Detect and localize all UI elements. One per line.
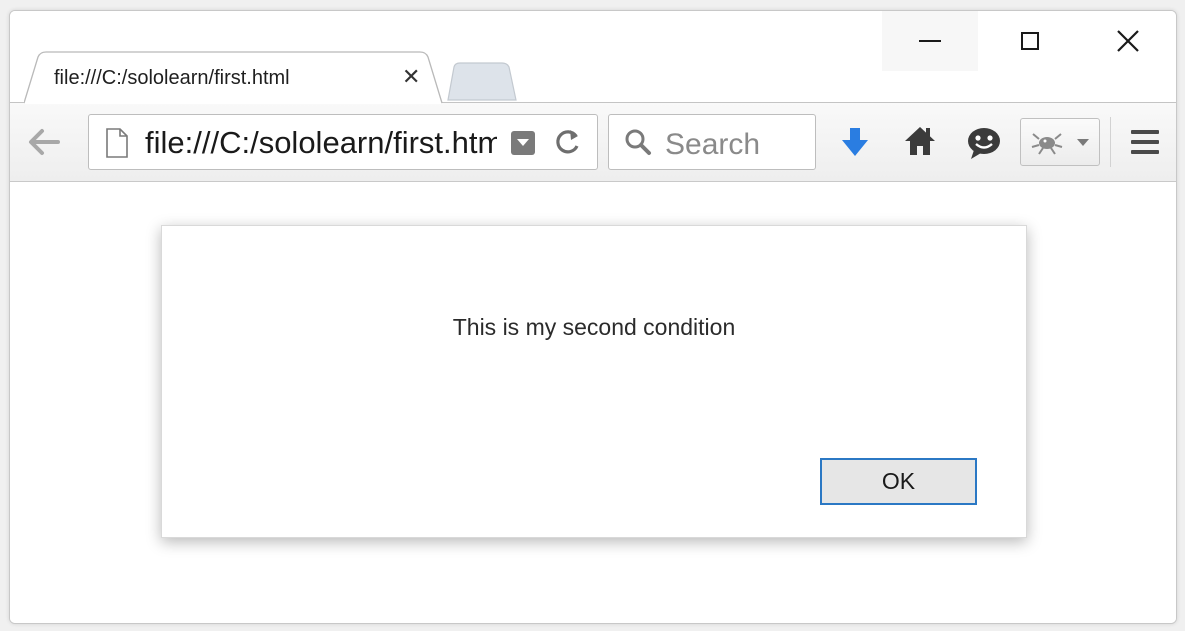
minimize-icon [919, 40, 941, 42]
dialog-message: This is my second condition [452, 314, 736, 340]
search-placeholder: Search [665, 128, 761, 161]
hamburger-menu-icon[interactable] [1129, 128, 1161, 156]
bug-addon-icon [1031, 133, 1063, 155]
reader-dropdown-icon[interactable] [511, 131, 535, 155]
download-arrow-icon[interactable] [840, 126, 870, 158]
close-window-button[interactable] [1080, 11, 1176, 71]
minimize-button[interactable] [882, 11, 978, 71]
tab-active[interactable]: file:///C:/sololearn/first.html ✕ [24, 51, 444, 104]
maximize-button[interactable] [982, 11, 1078, 71]
search-bar[interactable]: Search [608, 114, 816, 170]
title-bar: file:///C:/sololearn/first.html ✕ [10, 11, 1176, 104]
back-arrow-icon [29, 129, 60, 155]
home-icon[interactable] [903, 124, 937, 158]
address-bar[interactable]: file:///C:/sololearn/first.html [88, 114, 598, 170]
new-tab-button[interactable] [444, 61, 518, 101]
maximize-icon [1021, 32, 1039, 50]
toolbar-divider [1110, 117, 1111, 167]
navigation-toolbar: file:///C:/sololearn/first.html Search [10, 103, 1176, 182]
ok-button[interactable]: OK [820, 458, 977, 505]
page-content: This is my second condition OK [10, 182, 1176, 623]
search-icon [625, 129, 651, 155]
page-icon [106, 128, 128, 158]
close-icon [1117, 30, 1139, 52]
new-tab-icon [447, 62, 517, 101]
chevron-down-icon [1077, 139, 1089, 146]
chat-smiley-icon[interactable] [966, 126, 1002, 160]
addon-button[interactable] [1020, 118, 1100, 166]
tab-close-icon[interactable]: ✕ [402, 64, 420, 90]
alert-dialog: This is my second condition OK [161, 225, 1027, 538]
url-text: file:///C:/sololearn/first.html [145, 125, 497, 160]
tab-title: file:///C:/sololearn/first.html [54, 67, 290, 89]
back-button[interactable] [24, 124, 64, 160]
reload-icon[interactable] [552, 127, 582, 157]
browser-window: file:///C:/sololearn/first.html ✕ file:/… [9, 10, 1177, 624]
